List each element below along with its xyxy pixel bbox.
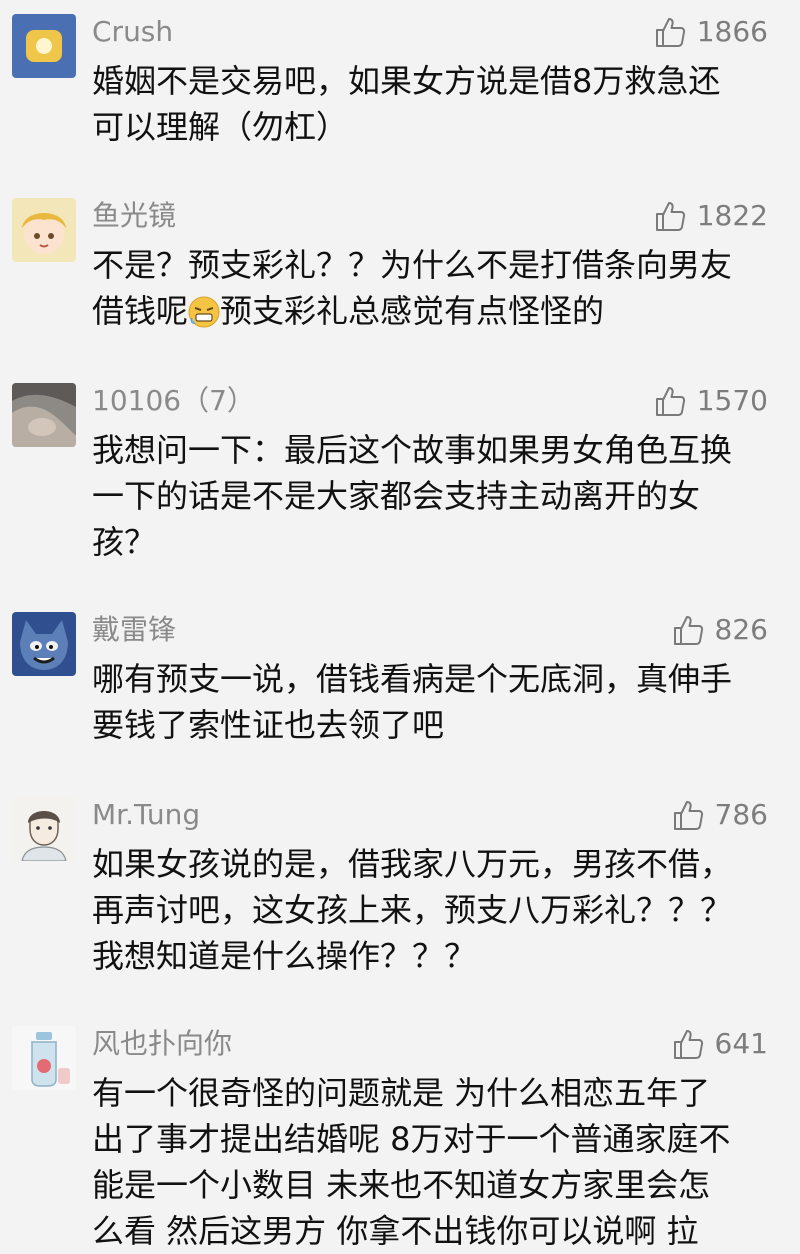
thumbs-up-icon xyxy=(673,801,703,830)
username[interactable]: Crush xyxy=(92,14,173,50)
comment-text: 哪有预支一说，借钱看病是个无底洞，真伸手 要钱了索性证也去领了吧 xyxy=(92,656,782,748)
like-button[interactable]: 641 xyxy=(671,1026,768,1062)
like-button[interactable]: 1822 xyxy=(653,198,768,234)
thumbs-up-icon xyxy=(673,1030,703,1059)
like-button[interactable]: 826 xyxy=(671,612,768,648)
comment-line: 哪有预支一说，借钱看病是个无底洞，真伸手 xyxy=(92,660,733,698)
thumbs-up-icon xyxy=(655,202,685,231)
like-button[interactable]: 1866 xyxy=(653,14,768,50)
comment-line-part: 借钱呢 xyxy=(92,292,189,330)
comment-text: 有一个很奇怪的问题就是 为什么相恋五年了 出了事才提出结婚呢 8万对于一个普通家… xyxy=(92,1070,782,1254)
comment-line: 我想问一下：最后这个故事如果男女角色互换 xyxy=(92,431,733,469)
avatar[interactable] xyxy=(12,14,76,78)
comment-line: 孩？ xyxy=(92,523,157,561)
cartoon-cat-avatar-icon xyxy=(12,612,76,676)
like-count: 1866 xyxy=(696,15,768,48)
comment-line: 可以理解（勿杠） xyxy=(92,108,349,146)
like-count: 1822 xyxy=(696,199,768,232)
avatar[interactable] xyxy=(12,383,76,447)
avatar[interactable] xyxy=(12,612,76,676)
comment-list: Crush 1866 婚姻不是交易吧，如果女方说是借8万救急还 可以理解（勿杠）… xyxy=(0,0,800,1250)
like-button[interactable]: 786 xyxy=(671,797,768,833)
thumbs-up-icon xyxy=(655,387,685,416)
comment-line: 能是一个小数目 未来也不知道女方家里会怎 xyxy=(92,1166,711,1204)
anime-girl-avatar-icon xyxy=(12,198,76,262)
comment-line-part: 预支彩礼总感觉有点怪怪的 xyxy=(220,292,605,330)
avatar[interactable] xyxy=(12,1026,76,1090)
comment-line: 借钱呢 预支彩礼总感觉有点怪怪的 xyxy=(92,288,782,334)
comment-text: 婚姻不是交易吧，如果女方说是借8万救急还 可以理解（勿杠） xyxy=(92,58,782,150)
username[interactable]: 10106（7） xyxy=(92,383,255,419)
comment-line: 婚姻不是交易吧，如果女方说是借8万救急还 xyxy=(92,62,721,100)
grimace-emoji-icon xyxy=(188,296,220,328)
thumbs-up-icon xyxy=(673,616,703,645)
like-count: 826 xyxy=(714,613,768,646)
like-count: 641 xyxy=(714,1027,768,1060)
comment-line: 一下的话是不是大家都会支持主动离开的女 xyxy=(92,477,701,515)
comment-line: 如果女孩说的是，借我家八万元，男孩不借， xyxy=(92,845,733,883)
sketch-boy-avatar-icon xyxy=(12,797,76,861)
comment-text: 我想问一下：最后这个故事如果男女角色互换 一下的话是不是大家都会支持主动离开的女… xyxy=(92,427,782,565)
yellow-badge-avatar-icon xyxy=(12,14,76,78)
avatar[interactable] xyxy=(12,198,76,262)
comment-text: 如果女孩说的是，借我家八万元，男孩不借， 再声讨吧，这女孩上来，预支八万彩礼？？… xyxy=(92,841,782,979)
like-button[interactable]: 1570 xyxy=(653,383,768,419)
photo-avatar-icon xyxy=(12,383,76,447)
comment-line: 再声讨吧，这女孩上来，预支八万彩礼？？？ xyxy=(92,891,733,929)
username[interactable]: 鱼光镜 xyxy=(92,198,176,234)
username[interactable]: 戴雷锋 xyxy=(92,612,176,648)
avatar[interactable] xyxy=(12,797,76,861)
comment-line: 我想知道是什么操作？？？ xyxy=(92,937,477,975)
bottle-avatar-icon xyxy=(12,1026,76,1090)
username[interactable]: Mr.Tung xyxy=(92,797,200,833)
comment-line: 么看 然后这男方 你拿不出钱你可以说啊 拉 xyxy=(92,1212,699,1250)
comment-line: 有一个很奇怪的问题就是 为什么相恋五年了 xyxy=(92,1074,711,1112)
comment-line: 不是？预支彩礼？？为什么不是打借条向男友 xyxy=(92,246,733,284)
username[interactable]: 风也扑向你 xyxy=(92,1026,232,1062)
comment-line: 要钱了索性证也去领了吧 xyxy=(92,706,445,744)
like-count: 1570 xyxy=(696,384,768,417)
comment-text: 不是？预支彩礼？？为什么不是打借条向男友 借钱呢 预支彩礼总感觉有点怪怪的 xyxy=(92,242,782,334)
comment-line: 出了事才提出结婚呢 8万对于一个普通家庭不 xyxy=(92,1120,731,1158)
thumbs-up-icon xyxy=(655,18,685,47)
like-count: 786 xyxy=(714,798,768,831)
